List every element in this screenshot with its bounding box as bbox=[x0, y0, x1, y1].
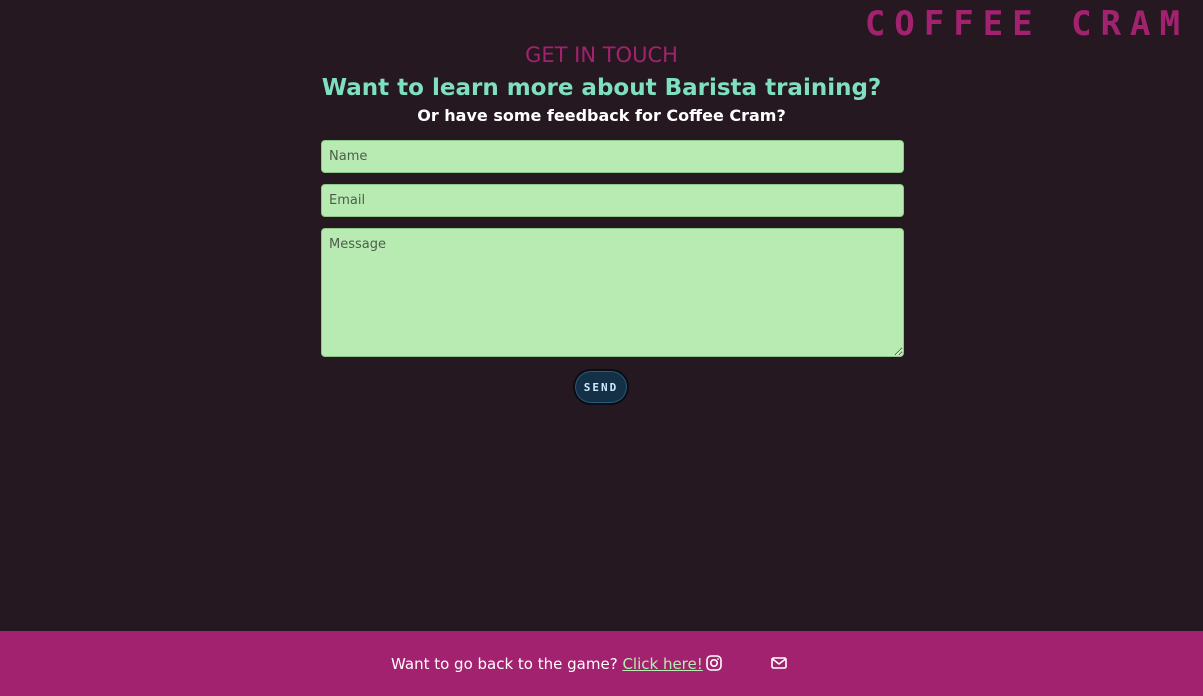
eyebrow-heading: GET IN TOUCH bbox=[525, 43, 678, 67]
sub-headline: Or have some feedback for Coffee Cram? bbox=[417, 106, 786, 125]
site-logo: COFFEE CRAM bbox=[864, 4, 1189, 44]
main-headline: Want to learn more about Barista trainin… bbox=[321, 75, 882, 101]
footer-prompt: Want to go back to the game? bbox=[391, 655, 623, 673]
mail-icon bbox=[771, 657, 787, 669]
mail-link[interactable] bbox=[770, 654, 788, 672]
message-field[interactable] bbox=[321, 228, 904, 357]
back-to-game-link[interactable]: Click here! bbox=[622, 655, 702, 673]
footer-text: Want to go back to the game? Click here! bbox=[391, 654, 703, 674]
send-button[interactable]: SEND bbox=[573, 369, 629, 405]
footer: Want to go back to the game? Click here! bbox=[0, 631, 1203, 696]
instagram-icon bbox=[706, 655, 722, 671]
instagram-link[interactable] bbox=[705, 654, 723, 672]
email-field[interactable] bbox=[321, 184, 904, 217]
name-field[interactable] bbox=[321, 140, 904, 173]
contact-section: GET IN TOUCH Want to learn more about Ba… bbox=[0, 40, 1203, 128]
